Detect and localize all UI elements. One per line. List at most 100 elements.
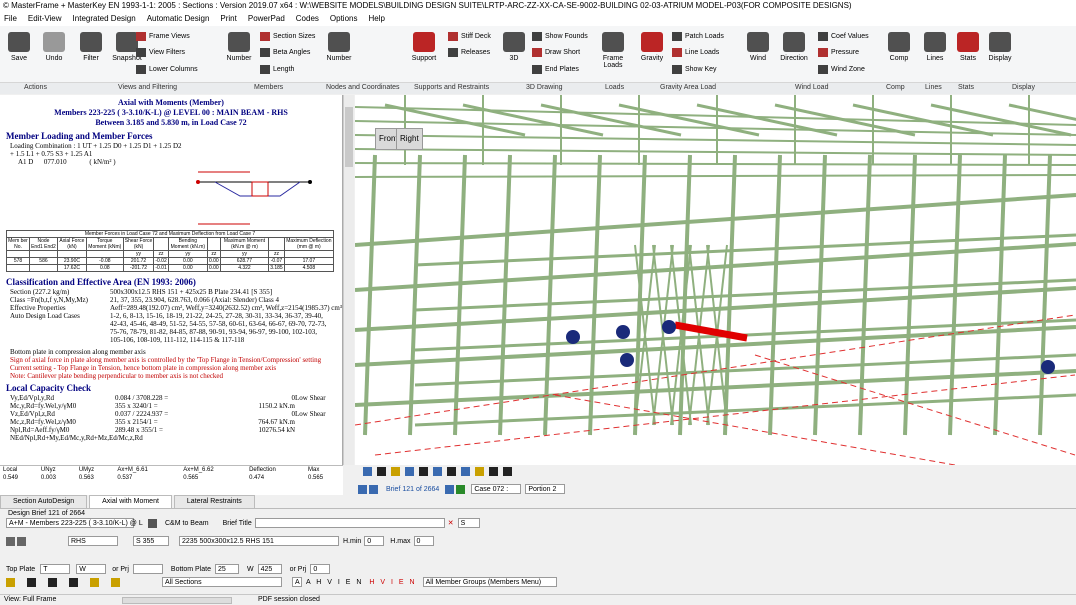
3d-model-view[interactable]: Front Right: [355, 95, 1076, 465]
ribbon-lower-columns[interactable]: Lower Columns: [136, 65, 198, 74]
ribbon-pressure[interactable]: Pressure: [818, 48, 859, 57]
first-icon[interactable]: [358, 484, 367, 494]
gear-button[interactable]: Display: [983, 32, 1017, 62]
section-select[interactable]: 2235 500x300x12.5 RHS 151: [179, 536, 339, 546]
ribbon-view-filters[interactable]: View Filters: [136, 48, 185, 57]
portion-select[interactable]: Portion 2: [525, 484, 566, 494]
view-right-button[interactable]: Right: [396, 128, 423, 150]
section-type-icon-2[interactable]: [17, 536, 26, 546]
menu-file[interactable]: File: [4, 12, 17, 26]
ribbon-draw-short[interactable]: Draw Short: [532, 48, 580, 57]
node-marker[interactable]: [566, 330, 580, 344]
menu-automatic-design[interactable]: Automatic Design: [147, 12, 210, 26]
view-tool-icon[interactable]: [489, 467, 498, 476]
node-marker[interactable]: [662, 320, 676, 334]
close-icon[interactable]: ✕: [448, 519, 454, 527]
section-type-icon[interactable]: [6, 536, 15, 546]
node-marker[interactable]: [620, 353, 634, 367]
ribbon-coef-values[interactable]: Coef Values: [818, 32, 869, 41]
mark-icon[interactable]: [456, 484, 466, 494]
menu-options[interactable]: Options: [330, 12, 358, 26]
hmin-input[interactable]: 0: [364, 536, 385, 546]
ribbon-patch-loads[interactable]: Patch Loads: [672, 32, 724, 41]
cube-button[interactable]: 3D: [497, 32, 531, 62]
bottom-w-input[interactable]: 425: [257, 564, 282, 574]
table-header: Node End1 End2: [28, 237, 58, 251]
menu-help[interactable]: Help: [368, 12, 384, 26]
filter-button[interactable]: Filter: [74, 32, 108, 62]
member-combo[interactable]: A+M - Members 223-225 ( 3-3.10/K-L) @ L: [6, 518, 143, 528]
bottom-t-input[interactable]: 25: [215, 564, 239, 574]
shape-select[interactable]: RHS: [68, 536, 118, 546]
ribbon-beta-angles[interactable]: Beta Angles: [260, 48, 310, 57]
ribbon-wind-zone[interactable]: Wind Zone: [818, 65, 865, 74]
letter-toggle[interactable]: A: [292, 577, 302, 587]
member-groups-select[interactable]: All Member Groups (Members Menu): [422, 577, 557, 587]
view-tool-icon[interactable]: [461, 467, 470, 476]
view-tool-icon[interactable]: [419, 467, 428, 476]
ribbon-show-key[interactable]: Show Key: [672, 65, 717, 74]
capacity-cell: NEd/Npl,Rd+My,Ed/Mc,y,Rd+Mz,Ed/Mc,z,Rd: [10, 434, 143, 442]
grade-select[interactable]: S 355: [133, 536, 169, 546]
scroll-thumb[interactable]: [345, 107, 353, 167]
ribbon-section-sizes[interactable]: Section Sizes: [260, 32, 315, 41]
next-icon[interactable]: [445, 484, 455, 494]
save-button[interactable]: Save: [2, 32, 36, 62]
frame-loads-button[interactable]: Frame Loads: [596, 32, 630, 69]
view-tool-icon[interactable]: [363, 467, 372, 476]
tab-axial-with-moment[interactable]: Axial with Moment: [89, 495, 172, 508]
menu-powerpad[interactable]: PowerPad: [248, 12, 285, 26]
design-icon[interactable]: [27, 577, 36, 587]
menu-edit-view[interactable]: Edit-View: [28, 12, 62, 26]
top-prj-input[interactable]: [132, 564, 163, 574]
check-icon[interactable]: [48, 577, 57, 587]
menu-codes[interactable]: Codes: [296, 12, 319, 26]
view-tool-icon[interactable]: [433, 467, 442, 476]
wind-button[interactable]: Wind: [741, 32, 775, 62]
run-icon[interactable]: [6, 577, 15, 587]
tab-section-autodesign[interactable]: Section AutoDesign: [0, 495, 88, 508]
s-toggle[interactable]: S: [457, 518, 480, 528]
view-tool-icon[interactable]: [475, 467, 484, 476]
ribbon-line-loads[interactable]: Line Loads: [672, 48, 719, 57]
prev-icon[interactable]: [369, 484, 378, 494]
stats-button[interactable]: Stats: [951, 32, 985, 62]
tab-lateral-restraints[interactable]: Lateral Restraints: [173, 495, 255, 508]
node-number-button[interactable]: Number: [322, 32, 356, 62]
batch-icon[interactable]: [111, 577, 120, 587]
view-tool-icon[interactable]: [447, 467, 456, 476]
view-tool-icon[interactable]: [405, 467, 414, 476]
member-number-button[interactable]: Number: [222, 32, 256, 62]
ribbon-end-plates[interactable]: End Plates: [532, 65, 579, 74]
ribbon-stiff-deck[interactable]: Stiff Deck: [448, 32, 491, 41]
edit-icon[interactable]: [148, 518, 157, 528]
case-select[interactable]: Case 072 :: [471, 484, 522, 494]
top-plate-w[interactable]: W: [76, 564, 107, 574]
undo-button[interactable]: Undo: [37, 32, 71, 62]
ribbon-frame-views[interactable]: Frame Views: [136, 32, 190, 41]
brief-title-input[interactable]: [254, 518, 445, 528]
report-scrollbar[interactable]: [343, 95, 354, 465]
ribbon-show-founds[interactable]: Show Founds: [532, 32, 588, 41]
view-tool-icon[interactable]: [503, 467, 512, 476]
gravity-button[interactable]: Gravity: [635, 32, 669, 62]
hmax-input[interactable]: 0: [413, 536, 434, 546]
node-marker[interactable]: [1041, 360, 1055, 374]
node-marker[interactable]: [616, 325, 630, 339]
direction-button[interactable]: Direction: [777, 32, 811, 62]
top-plate-t[interactable]: T: [40, 564, 71, 574]
filter-icon: [80, 32, 102, 52]
view-tool-icon[interactable]: [391, 467, 400, 476]
bottom-prj-input[interactable]: 0: [310, 564, 331, 574]
auto-icon[interactable]: [69, 577, 78, 587]
lines-button[interactable]: Lines: [918, 32, 952, 62]
support-button[interactable]: Support: [407, 32, 441, 62]
menu-print[interactable]: Print: [220, 12, 236, 26]
comp-button[interactable]: Comp: [882, 32, 916, 62]
all-icon[interactable]: [90, 577, 99, 587]
view-tool-icon[interactable]: [377, 467, 386, 476]
menu-integrated-design[interactable]: Integrated Design: [73, 12, 136, 26]
sections-select[interactable]: All Sections: [162, 577, 282, 587]
ribbon-length[interactable]: Length: [260, 65, 294, 74]
ribbon-releases[interactable]: Releases: [448, 48, 490, 57]
